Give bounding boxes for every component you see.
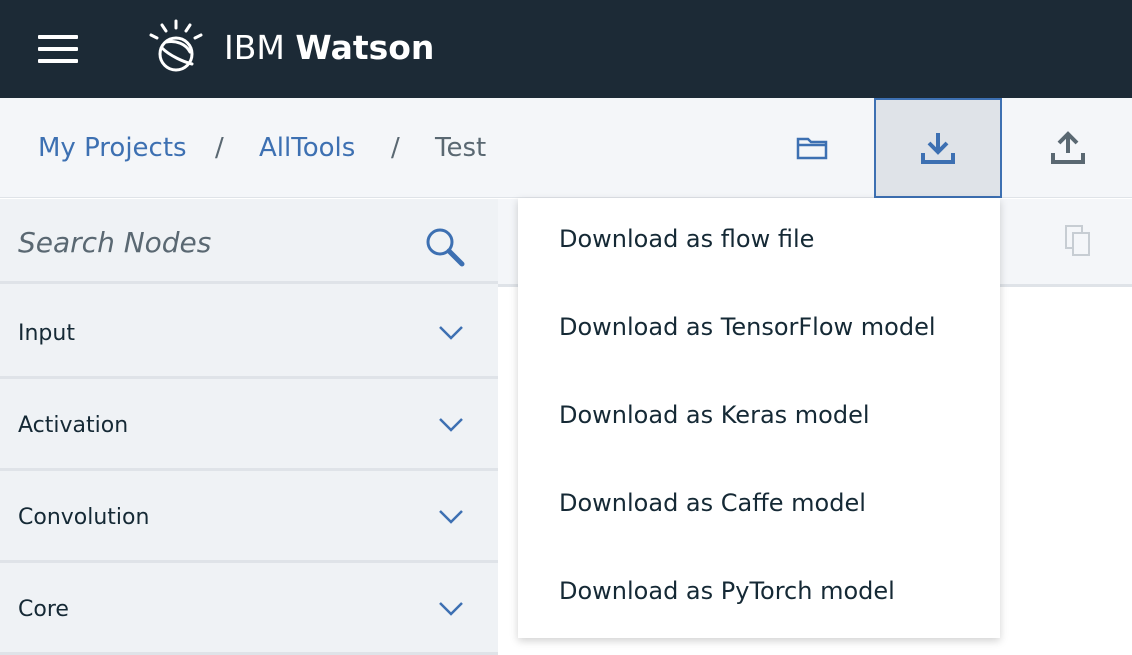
- category-label: Activation: [18, 413, 129, 438]
- search-nodes-input[interactable]: [18, 222, 408, 262]
- search-icon[interactable]: [424, 226, 466, 268]
- folder-icon: [796, 137, 828, 160]
- chevron-down-icon: [439, 326, 463, 340]
- open-folder-button[interactable]: [750, 98, 874, 198]
- copy-icon[interactable]: [1064, 224, 1092, 258]
- hamburger-menu-icon[interactable]: [38, 35, 78, 63]
- menu-item-label: Download as Caffe model: [559, 489, 866, 517]
- breadcrumb-separator: /: [215, 133, 224, 163]
- download-options-menu: Download as flow file Download as Tensor…: [518, 198, 1000, 638]
- category-convolution[interactable]: Convolution: [0, 471, 498, 563]
- upload-icon: [1051, 131, 1085, 164]
- menu-item-label: Download as PyTorch model: [559, 577, 895, 605]
- category-label: Core: [18, 597, 69, 622]
- breadcrumb-separator: /: [391, 133, 400, 163]
- download-button[interactable]: [874, 98, 1002, 198]
- category-input[interactable]: Input: [0, 287, 498, 379]
- menu-item-download-tensorflow[interactable]: Download as TensorFlow model: [518, 286, 1000, 374]
- menu-item-label: Download as flow file: [559, 225, 815, 253]
- top-navigation-bar: IBM Watson: [0, 0, 1132, 98]
- watson-logo-icon: [149, 19, 203, 72]
- category-activation[interactable]: Activation: [0, 379, 498, 471]
- breadcrumb-current-test: Test: [435, 133, 487, 163]
- chevron-down-icon: [439, 510, 463, 524]
- menu-item-download-caffe[interactable]: Download as Caffe model: [518, 462, 1000, 550]
- download-icon: [921, 133, 955, 164]
- menu-item-download-flow-file[interactable]: Download as flow file: [518, 198, 1000, 286]
- breadcrumb-my-projects[interactable]: My Projects: [38, 130, 187, 166]
- category-label: Input: [18, 321, 75, 346]
- breadcrumb-alltools[interactable]: AllTools: [259, 130, 355, 166]
- chevron-down-icon: [439, 602, 463, 616]
- chevron-down-icon: [439, 418, 463, 432]
- menu-item-download-pytorch[interactable]: Download as PyTorch model: [518, 550, 1000, 638]
- app-brand-title: IBM Watson: [224, 28, 435, 67]
- menu-item-download-keras[interactable]: Download as Keras model: [518, 374, 1000, 462]
- category-core[interactable]: Core: [0, 563, 498, 655]
- menu-item-label: Download as Keras model: [559, 401, 870, 429]
- category-label: Convolution: [18, 505, 150, 530]
- upload-button[interactable]: [1004, 98, 1132, 198]
- menu-item-label: Download as TensorFlow model: [559, 313, 936, 341]
